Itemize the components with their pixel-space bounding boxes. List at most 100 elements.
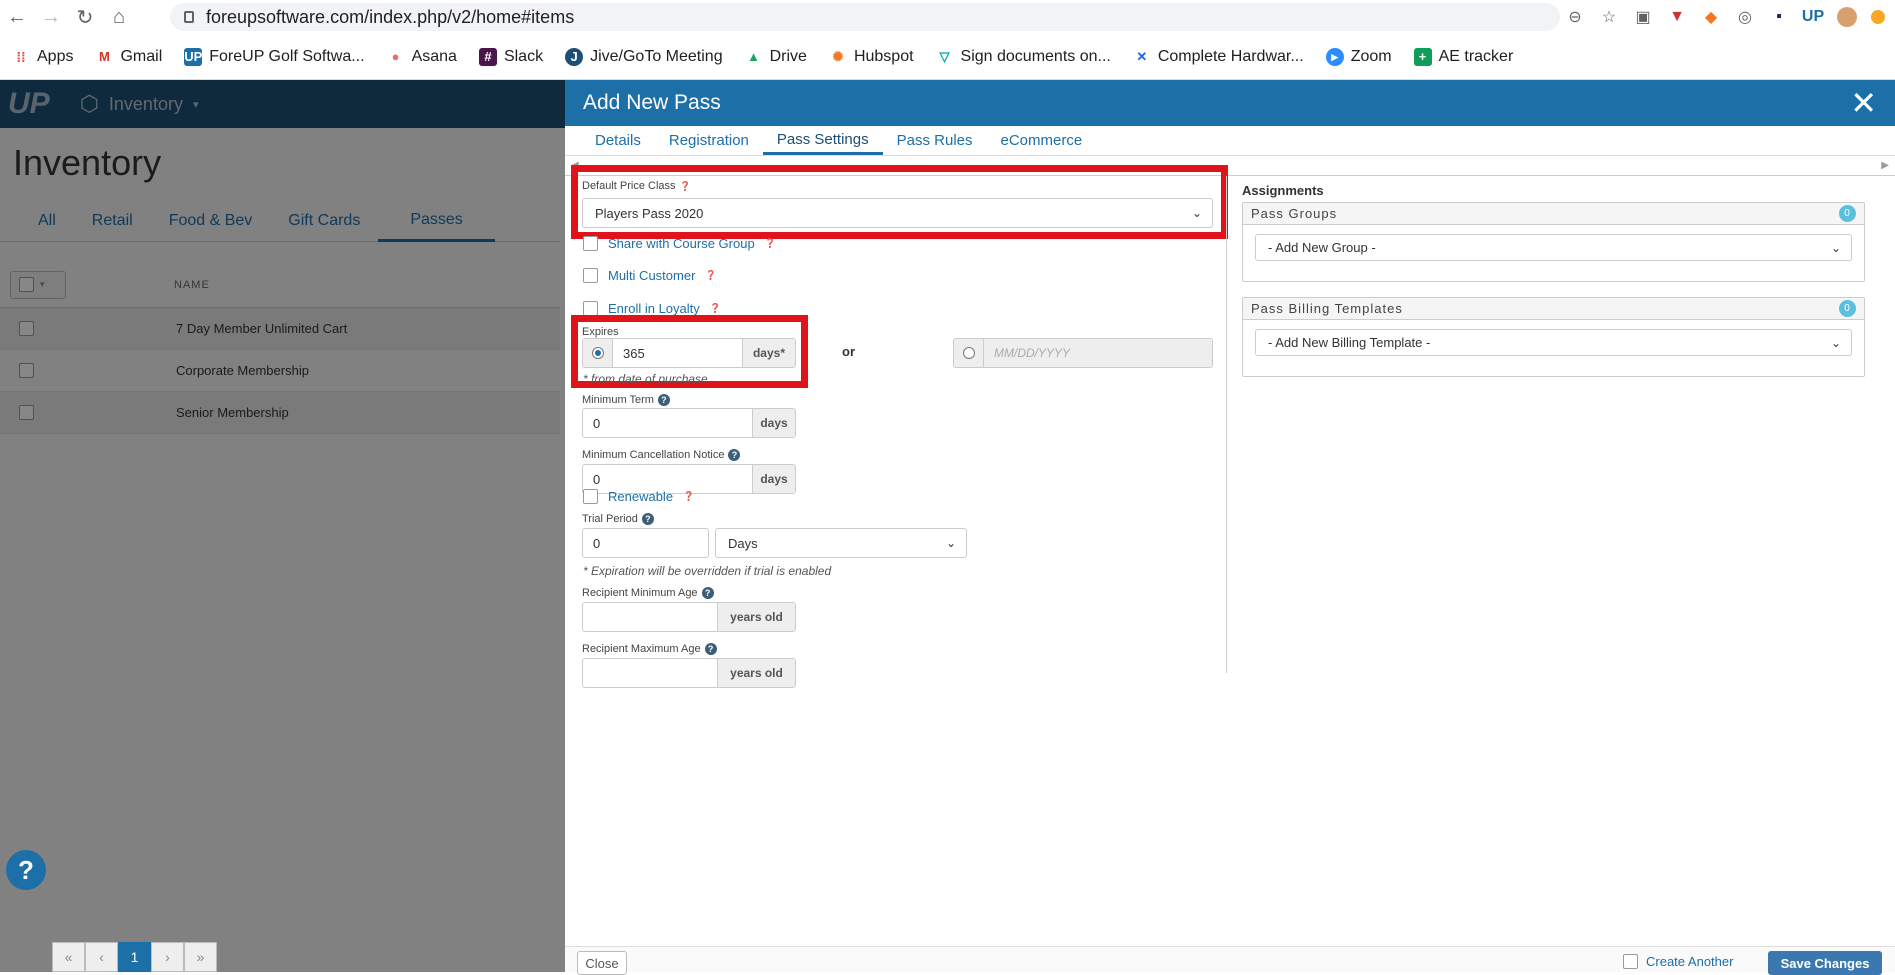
bookmark-ae-tracker[interactable]: + AE tracker <box>1413 47 1514 66</box>
foreup-extension-icon[interactable]: UP <box>1802 7 1824 27</box>
minimum-term-group: 0 days <box>582 408 796 438</box>
bookmark-apps[interactable]: ⁞⁞ Apps <box>12 48 73 66</box>
chevron-down-icon: ⌄ <box>1830 240 1841 255</box>
panel-title: Pass Billing Templates <box>1251 301 1403 316</box>
checkbox[interactable] <box>583 301 598 316</box>
next-page-button[interactable]: › <box>151 942 184 972</box>
trial-period-input[interactable]: 0 <box>583 529 708 557</box>
close-icon[interactable]: ✕ <box>1850 87 1877 119</box>
pip-icon[interactable]: ▣ <box>1633 7 1653 27</box>
chevron-down-icon: ⌄ <box>945 536 956 550</box>
label-text: Trial Period <box>582 513 638 525</box>
panel-header: Pass Groups 0 <box>1243 203 1864 225</box>
page-button[interactable]: 1 <box>118 942 151 972</box>
bookmark-hubspot[interactable]: ✺ Hubspot <box>829 48 913 66</box>
scroll-right-icon[interactable]: ▶ <box>1881 160 1889 171</box>
extension-icon[interactable]: ▼ <box>1667 7 1687 27</box>
add-new-billing-template-select[interactable]: - Add New Billing Template - ⌄ <box>1255 329 1852 356</box>
minimum-term-input[interactable]: 0 <box>583 409 752 437</box>
count-badge: 0 <box>1839 205 1856 222</box>
avatar[interactable] <box>1837 7 1857 27</box>
bookmark-zoom[interactable]: ▸ Zoom <box>1325 47 1392 66</box>
checkbox[interactable] <box>583 236 598 251</box>
bookmark-sign-documents[interactable]: ▽ Sign documents on... <box>936 48 1111 66</box>
help-icon[interactable]: ? <box>728 449 741 461</box>
expires-date-input[interactable]: MM/DD/YYYY <box>984 339 1212 367</box>
save-changes-button[interactable]: Save Changes <box>1768 951 1882 975</box>
bookmark-label: Sign documents on... <box>960 47 1111 65</box>
days-addon: days <box>752 465 795 493</box>
info-icon[interactable]: ❓ <box>765 238 776 249</box>
close-button[interactable]: Close <box>577 951 627 975</box>
recipient-minimum-age-input[interactable] <box>583 603 717 631</box>
forward-icon[interactable]: → <box>34 0 68 34</box>
modal-tabs: Details Registration Pass Settings Pass … <box>565 126 1895 156</box>
help-icon[interactable]: ? <box>701 587 714 599</box>
info-icon[interactable]: ❓ <box>705 270 716 281</box>
tab-details[interactable]: Details <box>581 126 655 155</box>
home-icon[interactable]: ⌂ <box>102 0 136 34</box>
help-button[interactable]: ? <box>6 850 46 890</box>
trial-period-unit-select[interactable]: Days ⌄ <box>715 528 967 558</box>
sheets-icon: + <box>1413 47 1432 66</box>
tab-pass-rules[interactable]: Pass Rules <box>883 126 987 155</box>
recipient-maximum-age-input[interactable] <box>583 659 717 687</box>
tab-ecommerce[interactable]: eCommerce <box>987 126 1097 155</box>
hubspot-extension-icon[interactable]: ◆ <box>1701 7 1721 27</box>
help-icon[interactable]: ? <box>704 643 717 655</box>
star-icon[interactable]: ☆ <box>1599 7 1619 27</box>
create-another[interactable]: Create Another <box>1623 954 1733 969</box>
renewable[interactable]: Renewable ❓ <box>583 489 694 504</box>
pass-settings-form: Default Price Class ❓ Players Pass 2020 ⌄ … <box>565 165 1895 946</box>
extension-icon[interactable]: ▪ <box>1769 7 1789 27</box>
checkbox[interactable] <box>583 268 598 283</box>
checkbox[interactable] <box>583 489 598 504</box>
enroll-in-loyalty[interactable]: Enroll in Loyalty ❓ <box>583 301 721 316</box>
bookmark-slack[interactable]: # Slack <box>478 47 543 66</box>
modal-backdrop[interactable]: « ‹ 1 › » <box>0 80 565 972</box>
last-page-button[interactable]: » <box>184 942 217 972</box>
extension-icon[interactable]: ◎ <box>1735 7 1755 27</box>
hubspot-icon: ✺ <box>832 48 844 64</box>
tab-pass-settings[interactable]: Pass Settings <box>762 126 883 155</box>
pass-groups-panel: Pass Groups 0 - Add New Group - ⌄ <box>1242 202 1865 282</box>
gmail-icon: M <box>99 49 110 64</box>
bookmark-foreup[interactable]: UP ForeUP Golf Softwa... <box>184 47 365 66</box>
bookmark-jive[interactable]: J Jive/GoTo Meeting <box>565 47 723 66</box>
recipient-maximum-age-label: Recipient Maximum Age? <box>582 643 717 655</box>
add-new-group-select[interactable]: - Add New Group - ⌄ <box>1255 234 1852 261</box>
prev-page-button[interactable]: ‹ <box>85 942 118 972</box>
share-with-course-group[interactable]: Share with Course Group ❓ <box>583 236 776 251</box>
tab-registration[interactable]: Registration <box>655 126 763 155</box>
info-icon[interactable]: ❓ <box>683 491 694 502</box>
chevron-down-icon: ⌄ <box>1830 335 1841 350</box>
bookmark-asana[interactable]: ● Asana <box>387 48 457 66</box>
bookmark-label: Jive/GoTo Meeting <box>590 47 723 65</box>
bookmark-confluence[interactable]: ✕ Complete Hardwar... <box>1133 48 1303 66</box>
back-icon[interactable]: ← <box>0 0 34 34</box>
update-icon[interactable] <box>1871 10 1885 24</box>
expires-date-radio[interactable] <box>962 347 975 359</box>
panel-title: Pass Groups <box>1251 206 1338 221</box>
panel-header: Pass Billing Templates 0 <box>1243 298 1864 320</box>
info-icon[interactable]: ❓ <box>710 303 721 314</box>
address-bar[interactable]: foreupsoftware.com/index.php/v2/home#ite… <box>170 3 1560 31</box>
help-icon[interactable]: ? <box>657 394 670 406</box>
multi-customer[interactable]: Multi Customer ❓ <box>583 268 717 283</box>
pagination: « ‹ 1 › » <box>52 942 217 972</box>
bookmark-drive[interactable]: ▲ Drive <box>745 48 807 66</box>
help-icon[interactable]: ? <box>641 513 654 525</box>
bookmark-gmail[interactable]: M Gmail <box>95 48 162 66</box>
bookmark-label: AE tracker <box>1438 47 1514 65</box>
checkbox[interactable] <box>1623 954 1638 969</box>
recipient-minimum-age-group: years old <box>582 602 796 632</box>
bookmark-label: Gmail <box>120 47 163 65</box>
zoom-icon: ▸ <box>1325 47 1344 66</box>
years-old-addon: years old <box>717 659 795 687</box>
first-page-button[interactable]: « <box>52 942 85 972</box>
zoom-icon[interactable]: ⊖ <box>1565 7 1585 27</box>
checkbox-label: Share with Course Group <box>608 236 755 251</box>
label-text: Recipient Maximum Age <box>582 643 701 655</box>
reload-icon[interactable]: ↻ <box>68 0 102 34</box>
checkbox-label: Multi Customer <box>608 268 696 283</box>
